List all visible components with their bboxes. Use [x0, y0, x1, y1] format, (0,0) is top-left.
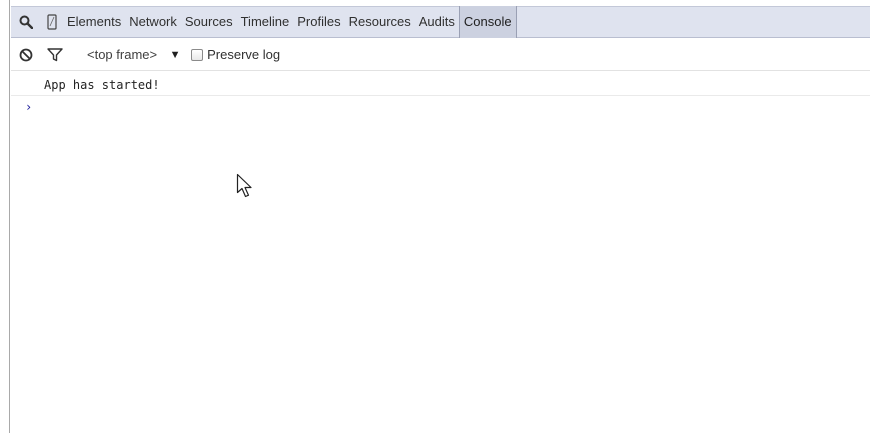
- tab-audits[interactable]: Audits: [415, 6, 459, 38]
- devtools-tabbar: Elements Network Sources Timeline Profil…: [11, 6, 870, 38]
- filter-icon[interactable]: [40, 39, 70, 71]
- console-message-text: App has started!: [44, 78, 160, 92]
- tab-resources[interactable]: Resources: [345, 6, 415, 38]
- devtools-panel: Elements Network Sources Timeline Profil…: [11, 0, 870, 433]
- preserve-log-checkbox[interactable]: [191, 48, 204, 61]
- left-border: [0, 0, 10, 433]
- tab-console[interactable]: Console: [458, 6, 517, 38]
- console-output[interactable]: App has started! ›: [11, 72, 870, 433]
- devtools-window: Elements Network Sources Timeline Profil…: [0, 0, 870, 433]
- tab-network[interactable]: Network: [125, 6, 181, 38]
- tab-timeline[interactable]: Timeline: [237, 6, 294, 38]
- prompt-caret-icon: ›: [25, 100, 33, 114]
- tab-elements[interactable]: Elements: [63, 6, 125, 38]
- tab-profiles[interactable]: Profiles: [293, 6, 344, 38]
- chevron-down-icon[interactable]: ▼: [169, 49, 181, 61]
- console-message: App has started!: [11, 76, 870, 96]
- console-prompt[interactable]: ›: [11, 98, 870, 118]
- console-toolbar: <top frame> ▼ Preserve log: [11, 39, 870, 71]
- preserve-log-label[interactable]: Preserve log: [207, 47, 280, 62]
- clear-console-icon[interactable]: [11, 39, 40, 71]
- search-icon[interactable]: [11, 6, 41, 38]
- tab-sources[interactable]: Sources: [181, 6, 237, 38]
- mouse-cursor-icon: [236, 173, 254, 199]
- frame-selector[interactable]: <top frame>: [70, 47, 157, 62]
- device-mode-icon[interactable]: [41, 6, 63, 38]
